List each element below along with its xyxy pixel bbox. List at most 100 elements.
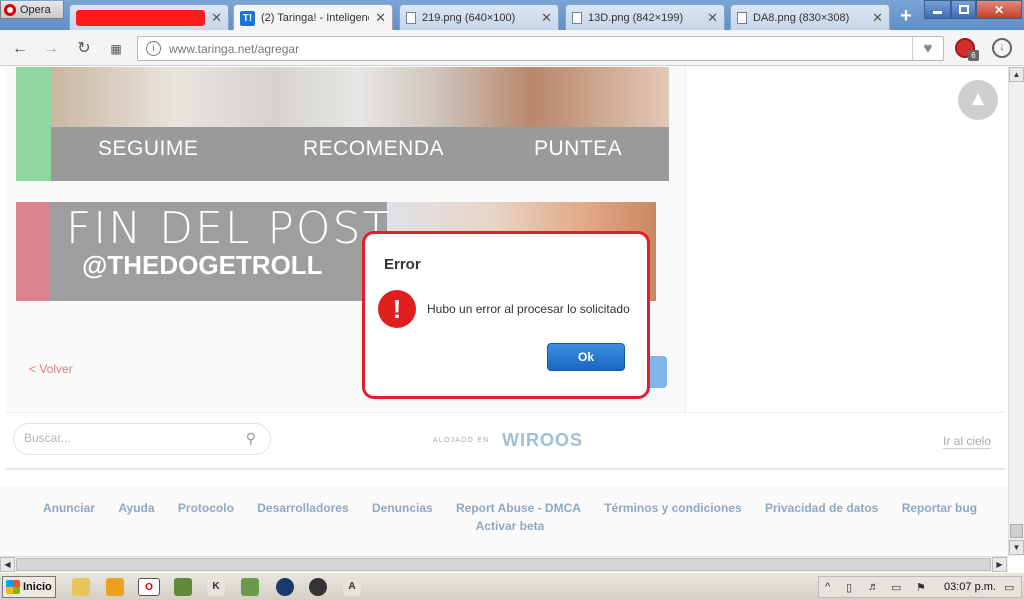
- tab-title: DA8.png (830×308): [753, 11, 850, 24]
- search-icon[interactable]: ⚲: [246, 430, 256, 447]
- heart-bookmark-icon[interactable]: ♥: [912, 37, 943, 60]
- file-icon: [406, 11, 416, 24]
- sidebar: [685, 67, 1005, 412]
- app-e-icon[interactable]: [309, 578, 327, 596]
- system-tray: ^ ▯ ♬ ▭ ⚑ 03:07 p.m. ▭: [818, 576, 1022, 598]
- back-arrow-icon[interactable]: ←: [10, 39, 30, 59]
- footer-link-privacidad[interactable]: Privacidad de datos: [765, 501, 878, 515]
- file-icon: [572, 11, 582, 24]
- tab-close-icon[interactable]: ✕: [872, 10, 883, 26]
- redacted-title: [76, 9, 206, 26]
- banner-label-recomenda: RECOMENDA: [303, 137, 445, 160]
- error-dialog: Error ! Hubo un error al procesar lo sol…: [362, 231, 650, 399]
- error-icon: !: [378, 290, 416, 328]
- forward-arrow-icon[interactable]: →: [41, 39, 61, 59]
- go-to-top-link[interactable]: Ir al cielo: [943, 434, 992, 449]
- wiroos-logo[interactable]: WIROOS: [502, 430, 583, 451]
- tab-taringa[interactable]: T! (2) Taringa! - Inteligencia Colectiva…: [233, 4, 393, 31]
- tab-redacted[interactable]: ✕: [69, 4, 229, 30]
- file-explorer-icon[interactable]: [72, 578, 90, 596]
- tab-title: 219.png (640×100): [422, 11, 516, 24]
- scrollbar-thumb[interactable]: [1010, 524, 1023, 538]
- tab-219-png[interactable]: 219.png (640×100) ✕: [399, 4, 559, 30]
- minimize-button[interactable]: [924, 0, 951, 19]
- maximize-button[interactable]: [951, 0, 976, 19]
- scroll-up-arrow-icon[interactable]: ▲: [1009, 67, 1024, 82]
- vertical-scrollbar[interactable]: ▲ ▼: [1008, 67, 1024, 556]
- banner-accent: [16, 202, 49, 301]
- browser-toolbar: ← → ↻ ▦ i www.taringa.net/agregar ♥ 6 ↓: [0, 30, 1024, 66]
- end-of-post-title: FIN DEL POST: [66, 203, 392, 254]
- minimize-icon: [933, 11, 942, 14]
- network-signal-icon[interactable]: ▭: [891, 581, 901, 594]
- show-hidden-icons-icon[interactable]: ^: [825, 581, 830, 593]
- scrollbar-thumb[interactable]: [16, 558, 991, 571]
- footer-link-denuncias[interactable]: Denuncias: [372, 501, 433, 515]
- footer-link-protocolo[interactable]: Protocolo: [178, 501, 234, 515]
- opera-taskbar-icon[interactable]: O: [138, 578, 160, 596]
- footer-link-report-abuse[interactable]: Report Abuse - DMCA: [456, 501, 581, 515]
- url-text[interactable]: www.taringa.net/agregar: [169, 42, 299, 56]
- tab-13d-png[interactable]: 13D.png (842×199) ✕: [565, 4, 725, 30]
- tab-title: 13D.png (842×199): [588, 11, 684, 24]
- scroll-left-arrow-icon[interactable]: ◀: [0, 557, 15, 572]
- search-box[interactable]: ⚲: [13, 423, 271, 455]
- steam-icon[interactable]: [276, 578, 294, 596]
- footer-link-terminos[interactable]: Términos y condiciones: [604, 501, 741, 515]
- footer-search-row: ⚲ ALOJADO EN WIROOS Ir al cielo: [5, 412, 1005, 470]
- ok-button[interactable]: Ok: [547, 343, 625, 371]
- game-icon[interactable]: [241, 578, 259, 596]
- scroll-to-top-icon[interactable]: ▲: [958, 80, 998, 120]
- footer-link-desarrolladores[interactable]: Desarrolladores: [257, 501, 348, 515]
- opera-menu-button[interactable]: Opera: [0, 1, 64, 19]
- address-bar[interactable]: i www.taringa.net/agregar ♥: [137, 36, 944, 61]
- volume-icon[interactable]: ♬: [868, 581, 879, 593]
- speed-dial-grid-icon[interactable]: ▦: [106, 39, 126, 59]
- tab-close-icon[interactable]: ✕: [541, 10, 552, 26]
- follow-banner: SEGUIME RECOMENDA PUNTEA: [16, 67, 669, 181]
- footer-link-activar-beta[interactable]: Activar beta: [476, 519, 545, 533]
- scroll-right-arrow-icon[interactable]: ▶: [992, 557, 1007, 572]
- banner-label-puntea: PUNTEA: [534, 137, 623, 160]
- reload-icon[interactable]: ↻: [74, 39, 94, 59]
- banner-accent: [16, 67, 51, 181]
- author-handle: @THEDOGETROLL: [82, 250, 323, 280]
- footer-link-reportar-bug[interactable]: Reportar bug: [902, 501, 977, 515]
- minecraft-icon[interactable]: [174, 578, 192, 596]
- footer-link-ayuda[interactable]: Ayuda: [118, 501, 154, 515]
- adblock-count-badge: 6: [968, 50, 979, 61]
- battery-icon[interactable]: ▯: [846, 581, 852, 594]
- windows-logo-icon: [6, 580, 20, 594]
- search-input[interactable]: [24, 431, 224, 445]
- horizontal-scrollbar[interactable]: ◀ ▶: [0, 556, 1008, 572]
- app-k-icon[interactable]: K: [207, 578, 225, 596]
- flag-icon[interactable]: ⚑: [916, 581, 926, 594]
- tab-title: (2) Taringa! - Inteligencia Colectiva: [261, 12, 369, 24]
- scroll-down-arrow-icon[interactable]: ▼: [1009, 540, 1024, 555]
- start-label: Inicio: [23, 581, 52, 593]
- taringa-favicon-icon: T!: [240, 10, 255, 26]
- dialog-message: Hubo un error al procesar lo solicitado: [427, 302, 630, 316]
- hosted-by-label: ALOJADO EN: [433, 437, 490, 444]
- clock[interactable]: 03:07 p.m.: [944, 581, 996, 593]
- footer-links: Anunciar Ayuda Protocolo Desarrolladores…: [30, 499, 990, 535]
- media-player-icon[interactable]: [106, 578, 124, 596]
- opera-menu-label: Opera: [20, 3, 51, 16]
- download-icon[interactable]: ↓: [992, 38, 1012, 58]
- site-footer: Anunciar Ayuda Protocolo Desarrolladores…: [0, 486, 1008, 556]
- tab-close-icon[interactable]: ✕: [707, 10, 718, 26]
- start-button[interactable]: Inicio: [2, 576, 56, 598]
- show-desktop-icon[interactable]: ▭: [1004, 581, 1014, 594]
- tab-close-icon[interactable]: ✕: [211, 10, 222, 26]
- banner-photo: [51, 67, 669, 127]
- tab-close-icon[interactable]: ✕: [375, 10, 386, 26]
- site-info-icon[interactable]: i: [146, 41, 161, 56]
- close-window-button[interactable]: ✕: [976, 0, 1022, 19]
- opera-logo-icon: [4, 3, 16, 16]
- back-link[interactable]: < Volver: [29, 362, 73, 376]
- windows-taskbar: Inicio O K A ^ ▯ ♬ ▭ ⚑ 03:07 p.m. ▭: [0, 572, 1024, 600]
- footer-link-anunciar[interactable]: Anunciar: [43, 501, 95, 515]
- new-tab-button[interactable]: +: [897, 6, 915, 26]
- app-figure-icon[interactable]: A: [343, 578, 361, 596]
- tab-da8-png[interactable]: DA8.png (830×308) ✕: [730, 4, 890, 30]
